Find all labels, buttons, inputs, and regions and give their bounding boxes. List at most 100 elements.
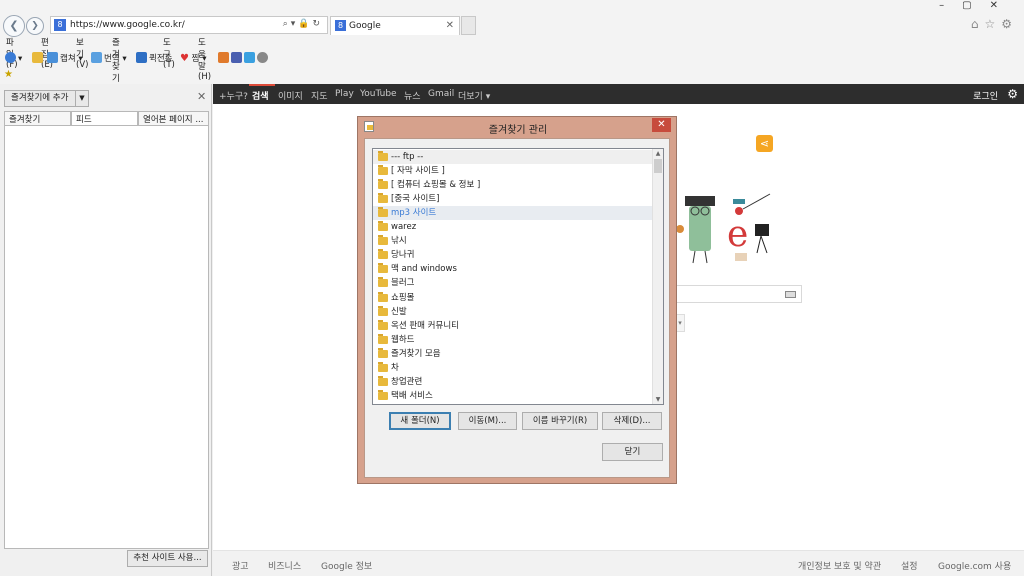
dialog-close-button[interactable]: ✕ <box>652 118 671 132</box>
forward-button[interactable]: ❯ <box>26 17 44 35</box>
folder-list-item[interactable]: 당나귀 <box>373 248 652 262</box>
extra-toolbar-icons[interactable] <box>218 52 270 64</box>
back-button[interactable]: ❮ <box>3 15 25 37</box>
move-button[interactable]: 이동(M)... <box>458 412 517 430</box>
pick-button[interactable]: ♥ 찜 ▾ <box>180 52 206 64</box>
selected-indicator <box>249 84 275 86</box>
scrollbar[interactable]: ▲ ▼ <box>652 149 663 404</box>
new-tab-button[interactable] <box>461 16 476 35</box>
gbar-link-more[interactable]: 더보기 ▾ <box>458 89 490 102</box>
tab-feeds[interactable]: 피드 <box>71 111 138 125</box>
close-button[interactable]: 닫기 <box>602 443 663 461</box>
keyboard-icon[interactable] <box>785 291 796 298</box>
gbar-link-play[interactable]: Play <box>335 89 354 99</box>
folder-label: 옥션 판매 커뮤니티 <box>391 320 459 331</box>
ie-logo-icon[interactable]: ▾ <box>5 52 22 64</box>
folder-icon <box>378 277 388 288</box>
folder-icon <box>378 305 388 316</box>
translate-icon <box>91 52 102 63</box>
tab-history[interactable]: 열어본 페이지 ... <box>138 111 209 125</box>
folder-icon <box>378 389 388 400</box>
login-link[interactable]: 로그인 <box>973 89 998 102</box>
capture-button[interactable]: 캡쳐 ▾ <box>47 52 83 64</box>
doodle-image[interactable]: e <box>675 191 785 271</box>
footer-privacy[interactable]: 개인정보 보호 및 약관 <box>798 559 881 572</box>
address-actions[interactable]: ⌕▾🔒↻ <box>283 19 323 29</box>
chevron-down-icon[interactable]: ▼ <box>75 91 88 106</box>
folder-list-item[interactable]: 맥 and windows <box>373 262 652 276</box>
footer-ads[interactable]: 광고 <box>232 559 249 572</box>
folder-label: warez <box>391 222 417 233</box>
address-bar[interactable]: 8 https://www.google.co.kr/ ⌕▾🔒↻ <box>50 16 328 34</box>
folder-icon <box>378 319 388 330</box>
search-input[interactable] <box>675 285 802 303</box>
folder-icon <box>378 333 388 344</box>
folder-list-item[interactable]: 웹하드 <box>373 333 652 347</box>
footer-business[interactable]: 비즈니스 <box>268 559 301 572</box>
panel-close-icon[interactable]: ✕ <box>197 90 206 103</box>
tab-close-icon[interactable]: ✕ <box>446 20 454 31</box>
gbar-link-youtube[interactable]: YouTube <box>360 89 397 99</box>
dialog-title: 즐겨찾기 관리 <box>488 125 548 136</box>
folder-list-item[interactable]: --- ftp -- <box>373 150 652 164</box>
folder-list-item[interactable]: 블러그 <box>373 276 652 290</box>
footer-google-com[interactable]: Google.com 사용 <box>938 559 1011 572</box>
quick-transfer-button[interactable]: 퀵전송 <box>136 52 172 64</box>
footer-settings[interactable]: 설정 <box>901 559 918 572</box>
folder-label: 낚시 <box>391 236 407 247</box>
scroll-thumb[interactable] <box>654 159 662 173</box>
favorites-star-icon[interactable]: ★ <box>4 69 13 80</box>
address-url: https://www.google.co.kr/ <box>70 20 185 30</box>
translate-label: 번역 <box>104 54 120 64</box>
gbar-link-search[interactable]: 검색 <box>252 89 269 102</box>
folder-list-item[interactable]: [ 자막 사이트 ] <box>373 164 652 178</box>
panel-content <box>4 125 209 549</box>
scroll-down-icon[interactable]: ▼ <box>653 395 663 404</box>
folder-label: 택배 서비스 <box>391 390 433 401</box>
folder-list-item[interactable]: 옥션 판매 커뮤니티 <box>373 319 652 333</box>
tab-favorites[interactable]: 즐겨찾기 <box>4 111 71 125</box>
folder-label: 차 <box>391 362 399 373</box>
gbar-link-news[interactable]: 뉴스 <box>404 89 421 102</box>
recommended-sites-button[interactable]: 추천 사이트 사용... <box>127 550 208 567</box>
folder-list-item[interactable]: 즐겨찾기 모음 <box>373 347 652 361</box>
folder-list-item[interactable]: 창업관련 <box>373 375 652 389</box>
folder-list-item[interactable]: [중국 사이트] <box>373 192 652 206</box>
folder-icon <box>378 347 388 358</box>
key-icon[interactable] <box>32 52 45 64</box>
folder-icon <box>378 249 388 260</box>
rename-button[interactable]: 이름 바꾸기(R) <box>522 412 598 430</box>
tab-google[interactable]: 8 Google ✕ <box>330 16 460 35</box>
folder-list[interactable]: --- ftp -- [ 자막 사이트 ] [ 컴퓨터 쇼핑몰 & 정보 ] [중국 … <box>372 148 664 405</box>
folder-list-item[interactable]: 택배 서비스 <box>373 389 652 403</box>
add-to-favorites-button[interactable]: 즐겨찾기에 추가 ▼ <box>4 90 89 107</box>
folder-list-item[interactable]: mp3 사이트 <box>373 206 652 221</box>
organize-favorites-dialog: 즐겨찾기 관리 ✕ --- ftp -- [ 자막 사이트 ] [ 컴퓨터 쇼핑몰 … <box>357 116 677 484</box>
gbar-link-maps[interactable]: 지도 <box>311 89 328 102</box>
svg-text:e: e <box>727 214 748 255</box>
new-folder-button[interactable]: 새 폴더(N) <box>389 412 451 430</box>
toolbar: ▾ 캡쳐 ▾ 번역 ▾ 퀵전송 ♥ 찜 ▾ <box>0 50 300 66</box>
footer-about[interactable]: Google 정보 <box>321 559 372 572</box>
share-icon[interactable]: ⋖ <box>756 135 773 152</box>
folder-list-item[interactable]: [ 컴퓨터 쇼핑몰 & 정보 ] <box>373 178 652 192</box>
scroll-up-icon[interactable]: ▲ <box>653 149 663 158</box>
window-controls[interactable]: –▢✕ <box>939 0 1016 11</box>
folder-icon <box>378 375 388 386</box>
folder-list-item[interactable]: 신발 <box>373 305 652 319</box>
folder-list-item[interactable]: 차 <box>373 361 652 375</box>
translate-button[interactable]: 번역 ▾ <box>91 52 127 64</box>
folder-list-item[interactable]: warez <box>373 220 652 234</box>
transfer-icon <box>136 52 147 63</box>
folder-label: [ 컴퓨터 쇼핑몰 & 정보 ] <box>391 180 481 191</box>
gbar-link-gmail[interactable]: Gmail <box>428 89 454 99</box>
home-star-gear-icons[interactable]: ⌂☆⚙ <box>971 17 1018 31</box>
folder-label: [ 자막 사이트 ] <box>391 166 445 177</box>
gbar-link-images[interactable]: 이미지 <box>278 89 303 102</box>
folder-list-item[interactable]: 쇼핑몰 <box>373 291 652 305</box>
gear-icon[interactable]: ⚙ <box>1007 87 1018 101</box>
delete-button[interactable]: 삭제(D)... <box>602 412 662 430</box>
gbar-link-plus[interactable]: +누구? <box>219 89 248 102</box>
folder-icon <box>378 151 388 161</box>
folder-list-item[interactable]: 낚시 <box>373 234 652 248</box>
